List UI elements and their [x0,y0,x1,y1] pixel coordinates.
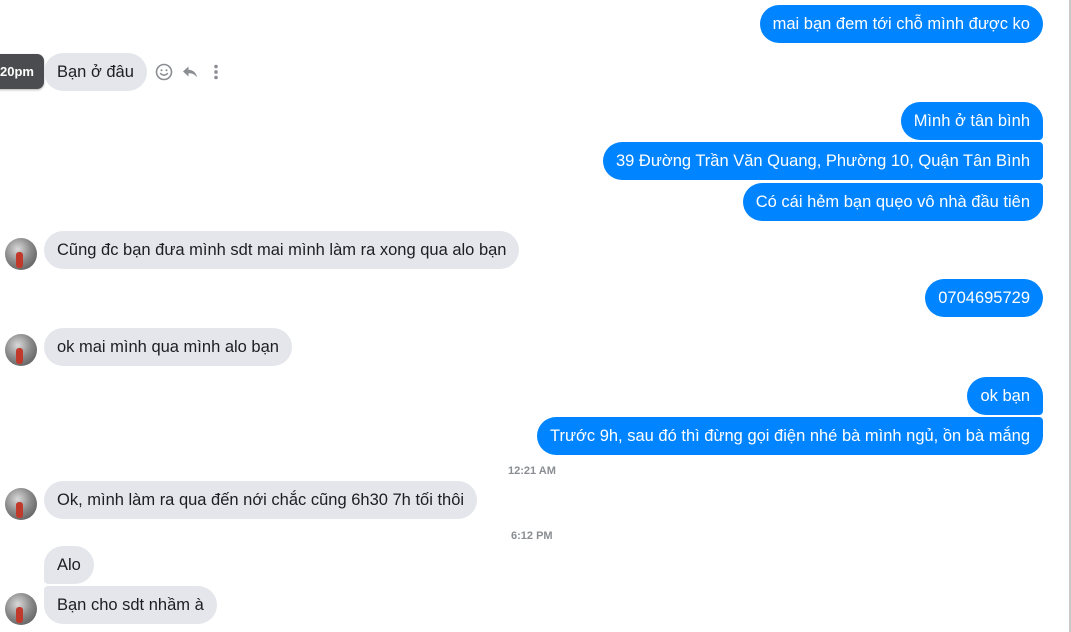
contact-avatar[interactable] [5,488,37,520]
timestamp-divider: 6:12 PM [511,530,553,542]
contact-avatar[interactable] [5,334,37,366]
sent-message-bubble[interactable]: Trước 9h, sau đó thì đừng gọi điện nhé b… [537,417,1043,455]
more-options-icon[interactable] [205,60,227,84]
sent-message-bubble[interactable]: 39 Đường Trần Văn Quang, Phường 10, Quận… [602,142,1043,180]
received-message-bubble[interactable]: Bạn ở đâu [44,53,147,91]
sent-message-bubble[interactable]: mai bạn đem tới chỗ mình được ko [759,5,1043,43]
received-message-bubble[interactable]: Bạn cho sdt nhầm à [44,586,217,624]
contact-avatar[interactable] [5,593,37,625]
message-hover-actions [153,60,231,84]
contact-avatar[interactable] [5,238,37,270]
timestamp-divider: 12:21 AM [508,465,556,477]
emoji-react-icon[interactable] [153,60,175,84]
sent-message-bubble[interactable]: ok bạn [967,377,1043,415]
received-message-bubble[interactable]: Cũng đc bạn đưa mình sdt mai mình làm ra… [44,231,520,269]
received-message-bubble[interactable]: Ok, mình làm ra qua đến nới chắc cũng 6h… [44,481,478,519]
reply-icon[interactable] [179,60,201,84]
sent-message-bubble[interactable]: Có cái hẻm bạn quẹo vô nhà đầu tiên [742,183,1043,221]
sent-message-bubble[interactable]: Mình ở tân bình [900,102,1043,140]
message-thread: mai bạn đem tới chỗ mình được ko 20pm Bạ… [0,0,1071,632]
received-message-bubble[interactable]: Alo [44,546,94,584]
received-message-bubble[interactable]: ok mai mình qua mình alo bạn [44,328,292,366]
sent-message-bubble[interactable]: 0704695729 [925,279,1043,317]
message-time-tooltip: 20pm [0,54,44,89]
